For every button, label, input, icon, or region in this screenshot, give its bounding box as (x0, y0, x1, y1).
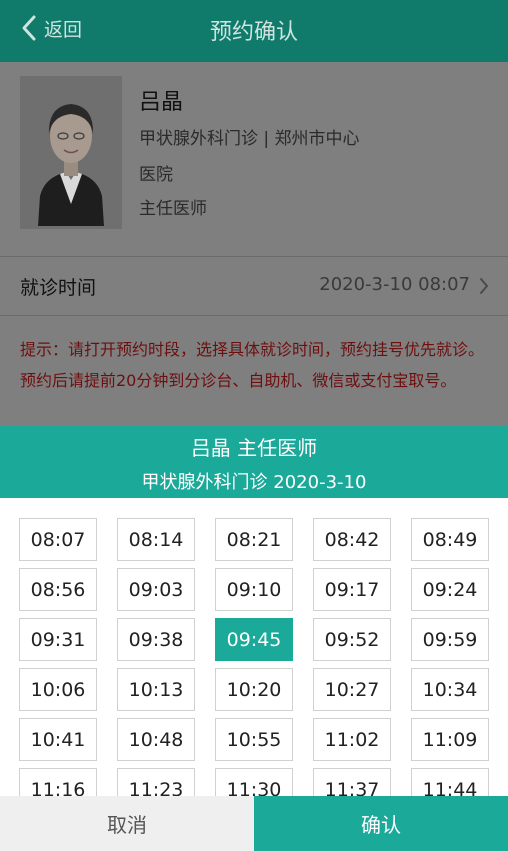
doctor-name: 吕晶 (139, 90, 184, 115)
time-slot[interactable]: 11:16 (19, 768, 97, 796)
time-picker-header: 吕晶 主任医师 甲状腺外科门诊 2020-3-10 (0, 426, 508, 498)
time-slot[interactable]: 08:42 (313, 518, 391, 561)
time-slot[interactable]: 09:24 (411, 568, 489, 611)
time-slot[interactable]: 09:17 (313, 568, 391, 611)
time-slot[interactable]: 10:55 (215, 718, 293, 761)
time-slot[interactable]: 08:07 (19, 518, 97, 561)
time-slot[interactable]: 10:06 (19, 668, 97, 711)
picker-doctor-info: 吕晶 主任医师 (190, 436, 318, 460)
time-slot[interactable]: 09:38 (117, 618, 195, 661)
time-slot[interactable]: 10:34 (411, 668, 489, 711)
time-slot[interactable]: 09:59 (411, 618, 489, 661)
time-slot[interactable]: 10:20 (215, 668, 293, 711)
visit-time-label: 就诊时间 (20, 277, 97, 299)
time-slot[interactable]: 08:56 (19, 568, 97, 611)
time-slot[interactable]: 11:30 (215, 768, 293, 796)
doctor-title: 主任医师 (139, 199, 207, 219)
doctor-portrait-image (20, 76, 122, 229)
time-slot[interactable]: 10:48 (117, 718, 195, 761)
time-slot[interactable]: 09:31 (19, 618, 97, 661)
doctor-department: 甲状腺外科门诊 | 郑州市中心 (139, 129, 360, 149)
time-slot[interactable]: 11:02 (313, 718, 391, 761)
chevron-right-icon (480, 278, 488, 294)
doctor-card: 吕晶 甲状腺外科门诊 | 郑州市中心 医院 主任医师 (0, 62, 508, 257)
divider (0, 315, 508, 316)
time-slot[interactable]: 09:10 (215, 568, 293, 611)
time-slot[interactable]: 11:09 (411, 718, 489, 761)
time-slot[interactable]: 11:37 (313, 768, 391, 796)
time-slot[interactable]: 09:52 (313, 618, 391, 661)
time-slot[interactable]: 08:14 (117, 518, 195, 561)
time-slot-list: 08:07 08:14 08:21 08:42 08:49 08:56 09:03 09:10… (19, 518, 491, 796)
picker-dept-date: 甲状腺外科门诊 2020-3-10 (141, 472, 367, 493)
cancel-button[interactable]: 取消 (0, 796, 254, 851)
visit-time-value: 2020-3-10 08:07 (319, 274, 470, 295)
time-slot-grid: 08:07 08:14 08:21 08:42 08:49 08:56 09:03 09:10… (0, 498, 508, 796)
doctor-photo (20, 76, 122, 229)
time-slot[interactable]: 11:23 (117, 768, 195, 796)
time-slot[interactable]: 10:41 (19, 718, 97, 761)
action-bar: 取消 确认 (0, 796, 508, 851)
time-slot-selected[interactable]: 09:45 (215, 618, 293, 661)
time-slot[interactable]: 08:21 (215, 518, 293, 561)
time-slot[interactable]: 11:44 (411, 768, 489, 796)
time-slot[interactable]: 10:13 (117, 668, 195, 711)
top-bar: 返回 预约确认 (0, 0, 508, 62)
visit-time-row[interactable]: 就诊时间 2020-3-10 08:07 (0, 257, 508, 315)
notice-text: 提示：请打开预约时段，选择具体就诊时间，预约挂号优先就诊。预约后请提前20分钟到… (20, 340, 485, 390)
time-slot[interactable]: 10:27 (313, 668, 391, 711)
page-title: 预约确认 (209, 20, 298, 45)
confirm-button[interactable]: 确认 (254, 796, 508, 851)
doctor-hospital-cont: 医院 (139, 165, 173, 185)
time-slot[interactable]: 09:03 (117, 568, 195, 611)
time-slot[interactable]: 08:49 (411, 518, 489, 561)
